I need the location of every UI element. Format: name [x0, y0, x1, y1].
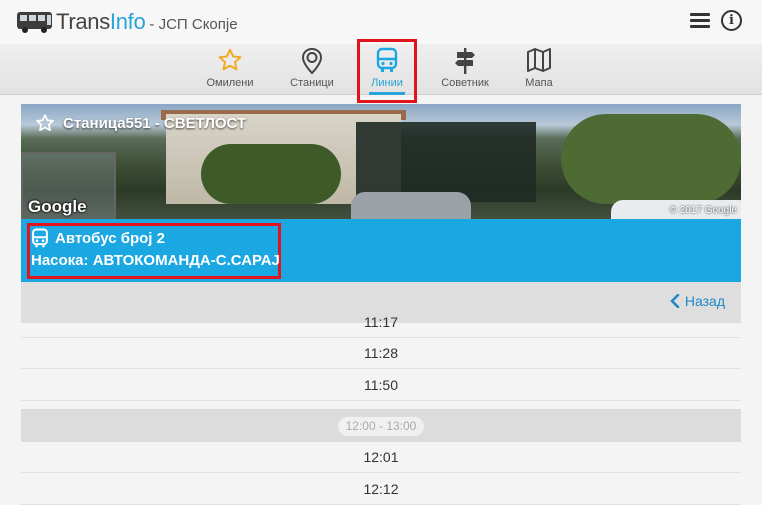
tab-advisor-label: Советник [441, 77, 489, 89]
tab-stations-label: Станици [290, 77, 334, 89]
back-label: Назад [684, 293, 725, 309]
bus-icon [376, 47, 398, 72]
map-copyright: © 2017 Google [669, 205, 737, 216]
time-row: 12:01 [21, 442, 741, 473]
time-row: 11:50 [21, 369, 741, 401]
info-icon[interactable]: i [721, 10, 742, 31]
bus-logo-icon [17, 12, 52, 33]
map-icon [527, 48, 551, 72]
time-row: 12:12 [21, 474, 741, 505]
tab-favorites[interactable]: Омилени [203, 44, 257, 95]
route-header: Автобус број 2 Насока: АВТОКОМАНДА-С.САР… [21, 219, 741, 282]
map-pin-icon [301, 47, 323, 75]
main-nav: Омилени Станици Линии Советник Мапа [0, 44, 762, 95]
app-window: TransInfo - ЈСП Скопје i Омилени Станици [0, 0, 762, 505]
app-header: TransInfo - ЈСП Скопје i [0, 0, 762, 44]
tab-lines-label: Линии [371, 77, 403, 89]
time-row: 11:28 [21, 338, 741, 369]
station-title: Станица551 - СВЕТЛОСТ [35, 113, 246, 133]
back-button[interactable]: Назад [670, 293, 725, 309]
tab-lines[interactable]: Линии [363, 44, 411, 95]
tab-map[interactable]: Мапа [517, 44, 561, 95]
google-logo: Google [28, 197, 87, 216]
station-name: Станица551 - СВЕТЛОСТ [63, 114, 247, 132]
tab-favorites-label: Омилени [206, 77, 254, 89]
tab-map-label: Мапа [525, 77, 553, 89]
favorite-star-icon[interactable] [35, 113, 55, 133]
chevron-left-icon [670, 294, 680, 308]
hour-range-label: 12:00 - 13:00 [337, 417, 425, 436]
station-panel: Станица551 - СВЕТЛОСТ Google © 2017 Goog… [21, 104, 741, 505]
app-logo[interactable]: TransInfo - ЈСП Скопје [16, 8, 238, 36]
tab-advisor[interactable]: Советник [436, 44, 494, 95]
hamburger-menu-icon[interactable] [690, 12, 712, 30]
brand-trans: Trans [56, 9, 110, 34]
bus-number-label: Автобус број 2 [55, 229, 165, 247]
street-view-image[interactable]: Станица551 - СВЕТЛОСТ Google © 2017 Goog… [21, 104, 741, 219]
time-row: 11:17 [21, 315, 741, 338]
brand-subtitle: - ЈСП Скопје [149, 15, 238, 33]
star-icon [218, 48, 242, 71]
schedule-list: 11:17 11:28 11:50 12:00 - 13:00 12:01 12… [21, 315, 741, 505]
signpost-icon [455, 48, 475, 74]
brand-info: Info [109, 9, 146, 34]
bus-icon [32, 228, 48, 248]
hour-group-header: 12:00 - 13:00 [21, 409, 741, 442]
tab-stations[interactable]: Станици [285, 44, 339, 95]
route-direction: Насока: АВТОКОМАНДА-С.САРАЈ [31, 252, 280, 269]
active-tab-indicator [369, 92, 405, 95]
